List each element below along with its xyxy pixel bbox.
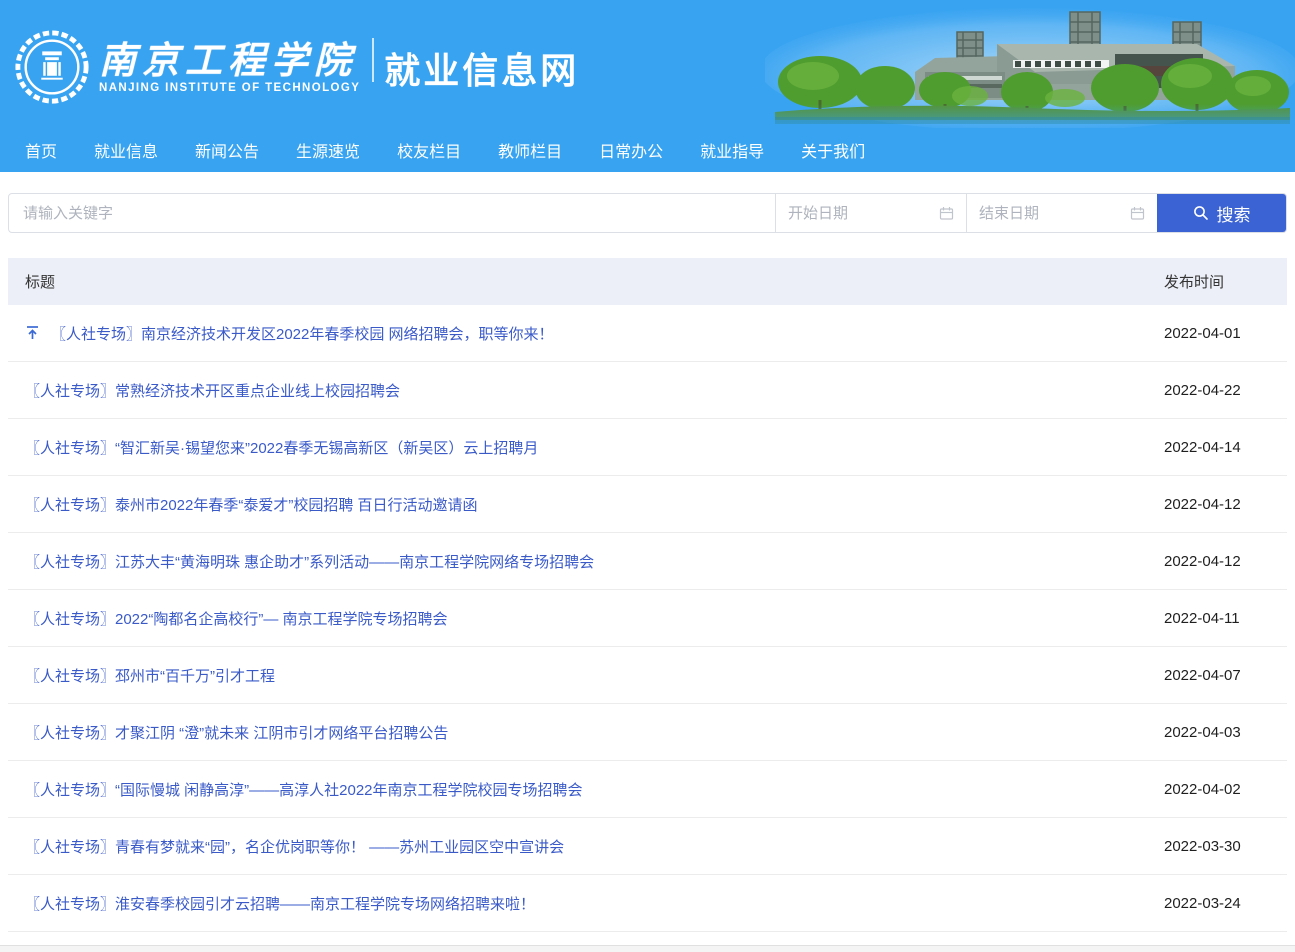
nav-item-2[interactable]: 新闻公告: [195, 138, 259, 162]
university-name-en: NANJING INSTITUTE OF TECHNOLOGY: [99, 82, 360, 94]
table-row: 〖人社专场〗青春有梦就来“园”，名企优岗职等你！ ——苏州工业园区空中宣讲会 2…: [8, 818, 1287, 875]
table-row: 〖人社专场〗才聚江阴 “澄”就未来 江阴市引才网络平台招聘公告 2022-04-…: [8, 704, 1287, 761]
table-row: 〖人社专场〗邳州市“百千万”引才工程 2022-04-07: [8, 647, 1287, 704]
table-row: 〖人社专场〗常熟经济技术开区重点企业线上校园招聘会 2022-04-22: [8, 362, 1287, 419]
column-header-title: 标题: [8, 271, 1164, 292]
nav-item-3[interactable]: 生源速览: [296, 138, 360, 162]
notice-date: 2022-04-22: [1164, 382, 1287, 399]
end-date-input[interactable]: [979, 205, 1124, 222]
start-date-field[interactable]: [775, 194, 966, 232]
notice-date: 2022-04-03: [1164, 724, 1287, 741]
notice-title-link[interactable]: 〖人社专场〗才聚江阴 “澄”就未来 江阴市引才网络平台招聘公告: [25, 722, 448, 743]
notice-title-link[interactable]: 〖人社专场〗常熟经济技术开区重点企业线上校园招聘会: [25, 380, 400, 401]
pinned-top-icon: [25, 325, 40, 341]
nav-item-1[interactable]: 就业信息: [94, 138, 158, 162]
table-row: 〖人社专场〗“国际慢城 闲静高淳”——高淳人社2022年南京工程学院校园专场招聘…: [8, 761, 1287, 818]
notice-title-link[interactable]: 〖人社专场〗“智汇新吴·锡望您来”2022春季无锡高新区（新吴区）云上招聘月: [25, 437, 538, 458]
calendar-icon: [939, 206, 954, 221]
brand-divider: [372, 38, 374, 82]
notice-title-link[interactable]: 〖人社专场〗淮安春季校园引才云招聘——南京工程学院专场网络招聘来啦！: [25, 893, 535, 914]
notice-date: 2022-04-01: [1164, 325, 1287, 342]
end-date-field[interactable]: [966, 194, 1157, 232]
table-header: 标题 发布时间: [8, 258, 1287, 305]
footer-strip: [0, 945, 1295, 952]
university-name-cn: 南京工程学院: [99, 40, 360, 81]
nav-item-8[interactable]: 关于我们: [801, 138, 865, 162]
site-banner: 南京工程学院 NANJING INSTITUTE OF TECHNOLOGY 就…: [0, 0, 1295, 128]
notice-date: 2022-03-30: [1164, 838, 1287, 855]
table-row: 〖人社专场〗“智汇新吴·锡望您来”2022春季无锡高新区（新吴区）云上招聘月 2…: [8, 419, 1287, 476]
nav-item-5[interactable]: 教师栏目: [498, 138, 562, 162]
notice-title-link[interactable]: 〖人社专场〗青春有梦就来“园”，名企优岗职等你！ ——苏州工业园区空中宣讲会: [25, 836, 564, 857]
table-row: 〖人社专场〗泰州市2022年春季“泰爱才”校园招聘 百日行活动邀请函 2022-…: [8, 476, 1287, 533]
notice-title-link[interactable]: 〖人社专场〗江苏大丰“黄海明珠 惠企助才”系列活动——南京工程学院网络专场招聘会: [25, 551, 594, 572]
main-nav: 首页 就业信息 新闻公告 生源速览 校友栏目 教师栏目 日常办公 就业指导 关于我们: [0, 128, 1295, 172]
calendar-icon: [1130, 206, 1145, 221]
table-row: 〖人社专场〗淮安春季校园引才云招聘——南京工程学院专场网络招聘来啦！ 2022-…: [8, 875, 1287, 932]
nav-item-7[interactable]: 就业指导: [700, 138, 764, 162]
notice-title-link[interactable]: 〖人社专场〗邳州市“百千万”引才工程: [25, 665, 275, 686]
notice-date: 2022-04-12: [1164, 553, 1287, 570]
university-logo-icon: [13, 28, 91, 106]
notice-date: 2022-04-12: [1164, 496, 1287, 513]
site-title: 就业信息网: [384, 42, 579, 94]
notice-date: 2022-04-07: [1164, 667, 1287, 684]
search-bar: 搜索: [8, 193, 1287, 233]
notice-table: 标题 发布时间 〖人社专场〗南京经济技术开发区2022年春季校园 网络招聘会，职…: [8, 258, 1287, 932]
column-header-date: 发布时间: [1164, 271, 1287, 292]
notice-title-link[interactable]: 〖人社专场〗泰州市2022年春季“泰爱才”校园招聘 百日行活动邀请函: [25, 494, 478, 515]
start-date-input[interactable]: [788, 205, 933, 222]
keyword-input[interactable]: [9, 194, 775, 232]
notice-date: 2022-04-02: [1164, 781, 1287, 798]
notice-title-link[interactable]: 〖人社专场〗南京经济技术开发区2022年春季校园 网络招聘会，职等你来！: [51, 323, 554, 344]
table-row: 〖人社专场〗南京经济技术开发区2022年春季校园 网络招聘会，职等你来！ 202…: [8, 305, 1287, 362]
notice-date: 2022-04-11: [1164, 610, 1287, 627]
nav-item-0[interactable]: 首页: [25, 138, 57, 162]
notice-date: 2022-03-24: [1164, 895, 1287, 912]
search-icon: [1193, 205, 1209, 221]
notice-date: 2022-04-14: [1164, 439, 1287, 456]
brand-block: 南京工程学院 NANJING INSTITUTE OF TECHNOLOGY 就…: [13, 28, 579, 106]
search-button[interactable]: 搜索: [1157, 194, 1286, 232]
nav-item-6[interactable]: 日常办公: [599, 138, 663, 162]
table-row: 〖人社专场〗江苏大丰“黄海明珠 惠企助才”系列活动——南京工程学院网络专场招聘会…: [8, 533, 1287, 590]
campus-photo: [765, 0, 1295, 128]
search-button-label: 搜索: [1217, 201, 1251, 226]
table-row: 〖人社专场〗2022“陶都名企高校行”— 南京工程学院专场招聘会 2022-04…: [8, 590, 1287, 647]
notice-title-link[interactable]: 〖人社专场〗2022“陶都名企高校行”— 南京工程学院专场招聘会: [25, 608, 448, 629]
notice-title-link[interactable]: 〖人社专场〗“国际慢城 闲静高淳”——高淳人社2022年南京工程学院校园专场招聘…: [25, 779, 583, 800]
nav-item-4[interactable]: 校友栏目: [397, 138, 461, 162]
notice-list: 〖人社专场〗南京经济技术开发区2022年春季校园 网络招聘会，职等你来！ 202…: [8, 305, 1287, 932]
